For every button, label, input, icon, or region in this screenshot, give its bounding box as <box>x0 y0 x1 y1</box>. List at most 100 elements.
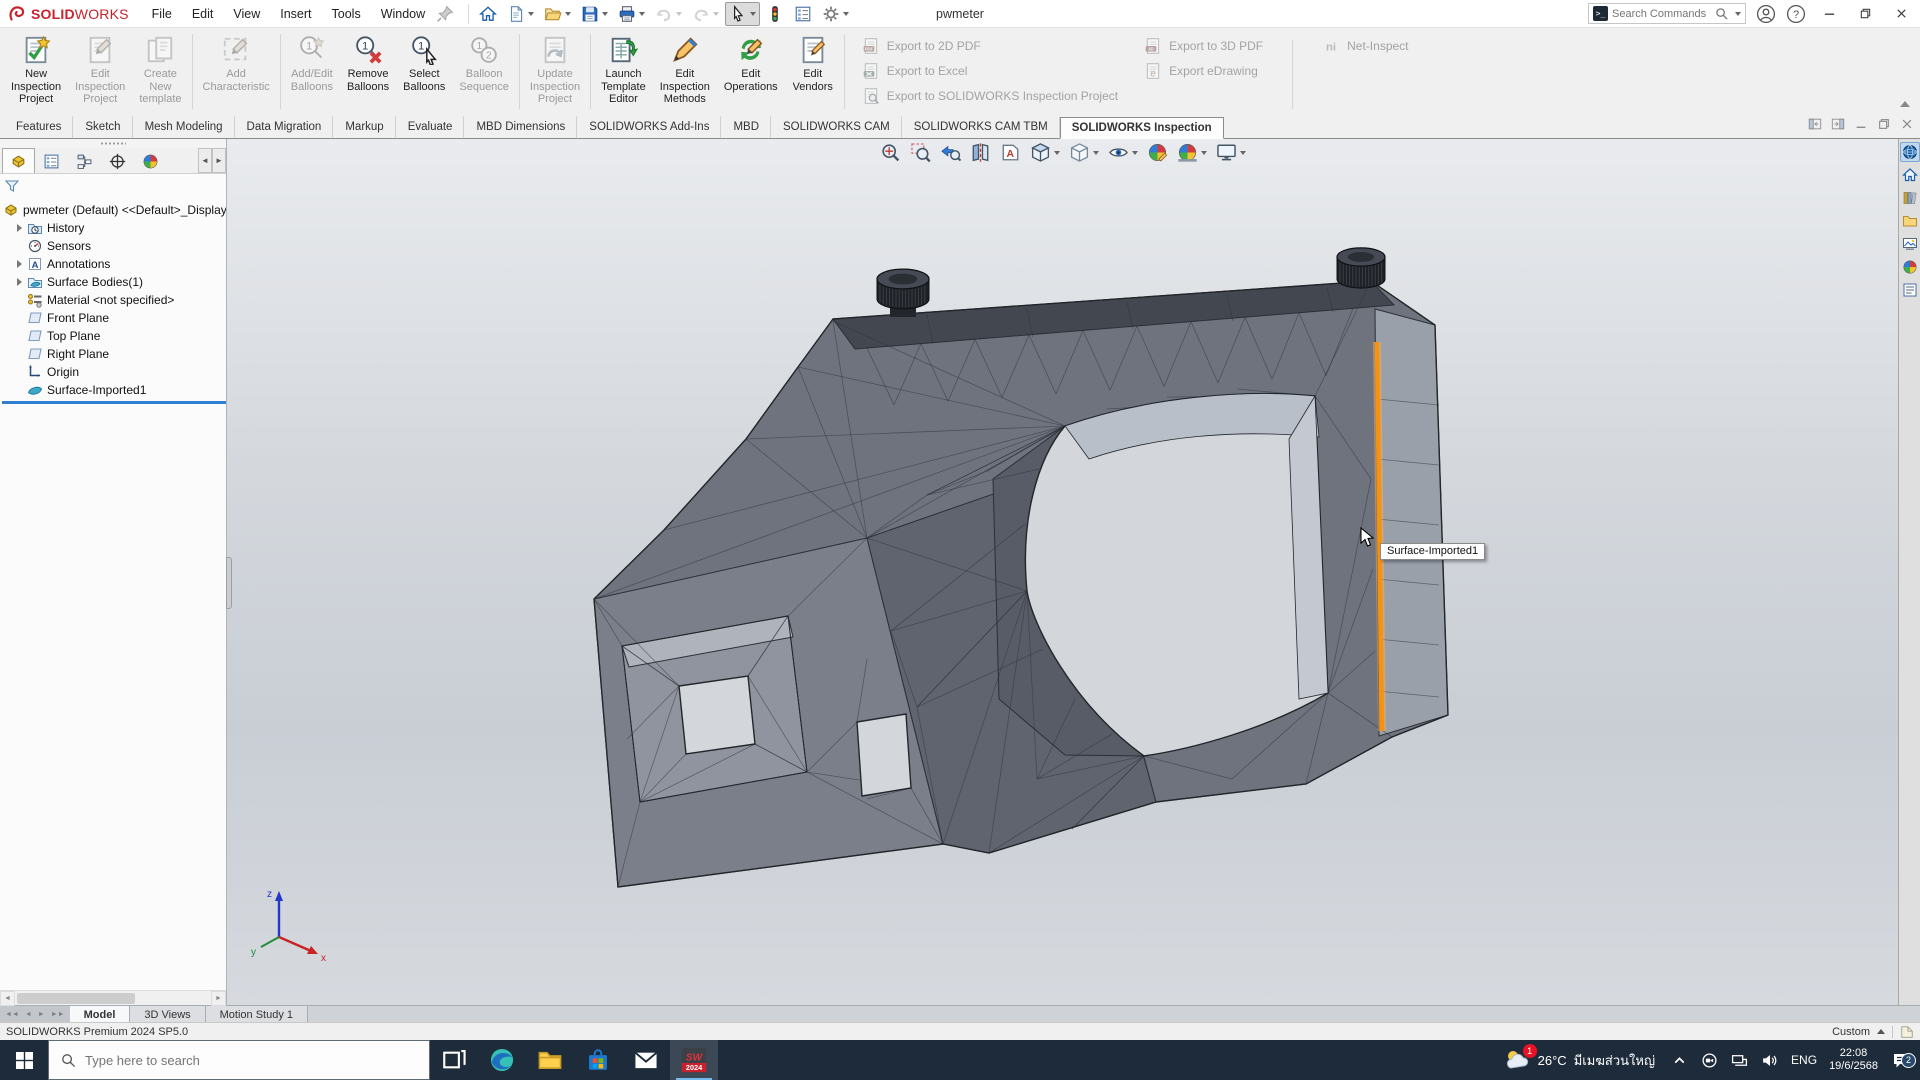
meet-now-icon[interactable] <box>1699 1050 1719 1070</box>
search-commands-input[interactable] <box>1612 8 1711 20</box>
tree-item-surface-imported1[interactable]: Surface-Imported1 <box>2 381 226 399</box>
dropdown-caret[interactable] <box>1201 151 1207 158</box>
notification-center[interactable]: 2 <box>1888 1051 1914 1070</box>
volume-icon[interactable] <box>1759 1050 1779 1070</box>
document-tab-3d-views[interactable]: 3D Views <box>130 1006 205 1022</box>
headsup-button-view-orientation[interactable] <box>1030 142 1060 163</box>
toolbar-button-select[interactable] <box>725 2 760 26</box>
search-icon[interactable] <box>1715 7 1728 20</box>
taskbar-app-solidworks-2024[interactable]: SW2024 <box>670 1040 718 1080</box>
document-tab-motion-study-1[interactable]: Motion Study 1 <box>206 1006 308 1022</box>
pin-icon[interactable] <box>436 5 454 23</box>
headsup-button-previous-view[interactable] <box>940 142 961 163</box>
export-item-export-sw-inspection-project[interactable]: Export to SOLIDWORKS Inspection Project <box>862 86 1118 106</box>
task-pane-tab-home[interactable] <box>1900 165 1920 185</box>
panel-tab-displaymanager[interactable] <box>134 148 167 173</box>
tree-item-material[interactable]: Material <not specified> <box>2 291 226 309</box>
user-account-icon[interactable] <box>1756 4 1776 24</box>
display-state-label[interactable]: Custom <box>1832 1026 1870 1038</box>
panel-tab-configurationmanager[interactable] <box>68 148 101 173</box>
toolbar-button-print[interactable] <box>614 2 649 26</box>
expand-arrow[interactable] <box>16 260 26 268</box>
export-item-export-2d-pdf[interactable]: PDF Export to 2D PDF <box>862 36 1118 56</box>
dropdown-caret[interactable] <box>750 12 756 19</box>
tree-horizontal-scrollbar[interactable]: ◄ ► <box>0 990 226 1005</box>
headsup-button-zoom-to-fit[interactable] <box>880 142 901 163</box>
menu-file[interactable]: File <box>143 3 181 25</box>
start-button[interactable] <box>0 1040 48 1080</box>
network-icon[interactable] <box>1729 1050 1749 1070</box>
help-icon[interactable]: ? <box>1786 4 1806 24</box>
dropdown-caret[interactable] <box>676 12 682 19</box>
doc-close-icon[interactable] <box>1900 117 1914 131</box>
ribbon-button-add-characteristic[interactable]: Add Characteristic <box>196 30 277 113</box>
3d-model-scene[interactable] <box>227 139 1898 1005</box>
tree-item-history[interactable]: History <box>2 219 226 237</box>
taskbar-app-task-view[interactable] <box>430 1040 478 1080</box>
toolbar-button-save[interactable] <box>577 2 612 26</box>
menu-window[interactable]: Window <box>372 3 434 25</box>
taskbar-app-mail[interactable] <box>622 1040 670 1080</box>
doc-restore-icon[interactable] <box>1877 117 1891 131</box>
dropdown-caret[interactable] <box>1132 151 1138 158</box>
command-tab-mbd[interactable]: MBD <box>721 116 771 138</box>
toolbar-button-undo[interactable] <box>651 2 686 26</box>
command-tab-solidworks-cam-tbm[interactable]: SOLIDWORKS CAM TBM <box>902 116 1060 138</box>
scrollbar-right-arrow[interactable]: ► <box>211 991 226 1006</box>
task-pane-tab-view-palette[interactable] <box>1900 234 1920 254</box>
tree-root[interactable]: pwmeter (Default) <<Default>_Display <box>2 201 226 219</box>
toolbar-button-options[interactable] <box>818 2 853 26</box>
last-tab-button[interactable]: ►► <box>49 1011 67 1018</box>
scrollbar-thumb[interactable] <box>17 993 135 1004</box>
command-tab-data-migration[interactable]: Data Migration <box>235 116 334 138</box>
tree-item-right-plane[interactable]: Right Plane <box>2 345 226 363</box>
first-tab-button[interactable]: ◄◄ <box>3 1011 21 1018</box>
graphics-viewport[interactable]: A <box>227 139 1898 1005</box>
dock-pane-right-icon[interactable] <box>1831 117 1845 131</box>
panel-tab-featuremanager[interactable] <box>2 148 35 173</box>
hidden-icons-chevron[interactable] <box>1669 1050 1689 1070</box>
command-tab-solidworks-add-ins[interactable]: SOLIDWORKS Add-Ins <box>577 116 721 138</box>
ribbon-button-edit-vendors[interactable]: Edit Vendors <box>785 30 841 113</box>
menu-edit[interactable]: Edit <box>183 3 223 25</box>
headsup-button-hide-show-items[interactable] <box>1108 142 1138 163</box>
command-tab-solidworks-cam[interactable]: SOLIDWORKS CAM <box>771 116 902 138</box>
scroll-right-arrow[interactable]: ► <box>212 148 226 173</box>
menu-insert[interactable]: Insert <box>271 3 320 25</box>
scroll-left-arrow[interactable]: ◄ <box>198 148 212 173</box>
ribbon-button-add-edit-balloons[interactable]: 1 Add/Edit Balloons <box>284 30 340 113</box>
restore-button[interactable] <box>1852 4 1878 24</box>
headsup-button-edit-appearance[interactable] <box>1147 142 1168 163</box>
toolbar-button-open-file[interactable] <box>540 2 575 26</box>
display-state-caret[interactable] <box>1877 1025 1885 1034</box>
ribbon-button-create-new-template[interactable]: Create New template <box>132 30 188 113</box>
command-tab-solidworks-inspection[interactable]: SOLIDWORKS Inspection <box>1060 117 1224 139</box>
dropdown-caret[interactable] <box>565 12 571 19</box>
taskbar-search[interactable] <box>48 1040 430 1080</box>
menu-tools[interactable]: Tools <box>323 3 370 25</box>
headsup-button-zoom-to-area[interactable] <box>910 142 931 163</box>
headsup-button-view-settings[interactable] <box>1216 142 1246 163</box>
dropdown-caret[interactable] <box>1054 151 1060 158</box>
ribbon-button-edit-operations[interactable]: Edit Operations <box>717 30 785 113</box>
expand-arrow[interactable] <box>16 224 26 232</box>
taskbar-app-edge[interactable] <box>478 1040 526 1080</box>
ribbon-button-remove-balloons[interactable]: 1 Remove Balloons <box>340 30 396 113</box>
headsup-button-display-style[interactable] <box>1069 142 1099 163</box>
ribbon-button-select-balloons[interactable]: 1 Select Balloons <box>396 30 452 113</box>
search-commands[interactable]: >_ <box>1588 3 1746 24</box>
tree-item-sensors[interactable]: Sensors <box>2 237 226 255</box>
dock-pane-left-icon[interactable] <box>1808 117 1822 131</box>
toolbar-button-home[interactable] <box>475 2 501 26</box>
tree-item-origin[interactable]: Origin <box>2 363 226 381</box>
filter-funnel-icon[interactable] <box>4 178 20 194</box>
language-indicator[interactable]: ENG <box>1789 1053 1819 1067</box>
export-item-export-excel[interactable]: Export to Excel <box>862 61 1118 81</box>
toolbar-button-solidworks-xpert[interactable] <box>762 2 788 26</box>
minimize-button[interactable] <box>1816 4 1842 24</box>
command-tab-mbd-dimensions[interactable]: MBD Dimensions <box>464 116 577 138</box>
tree-item-surface-bodies[interactable]: Surface Bodies(1) <box>2 273 226 291</box>
headsup-button-section-view[interactable] <box>970 142 991 163</box>
rollback-bar[interactable] <box>2 401 226 404</box>
headsup-button-dynamic-annotation-views[interactable]: A <box>1000 142 1021 163</box>
